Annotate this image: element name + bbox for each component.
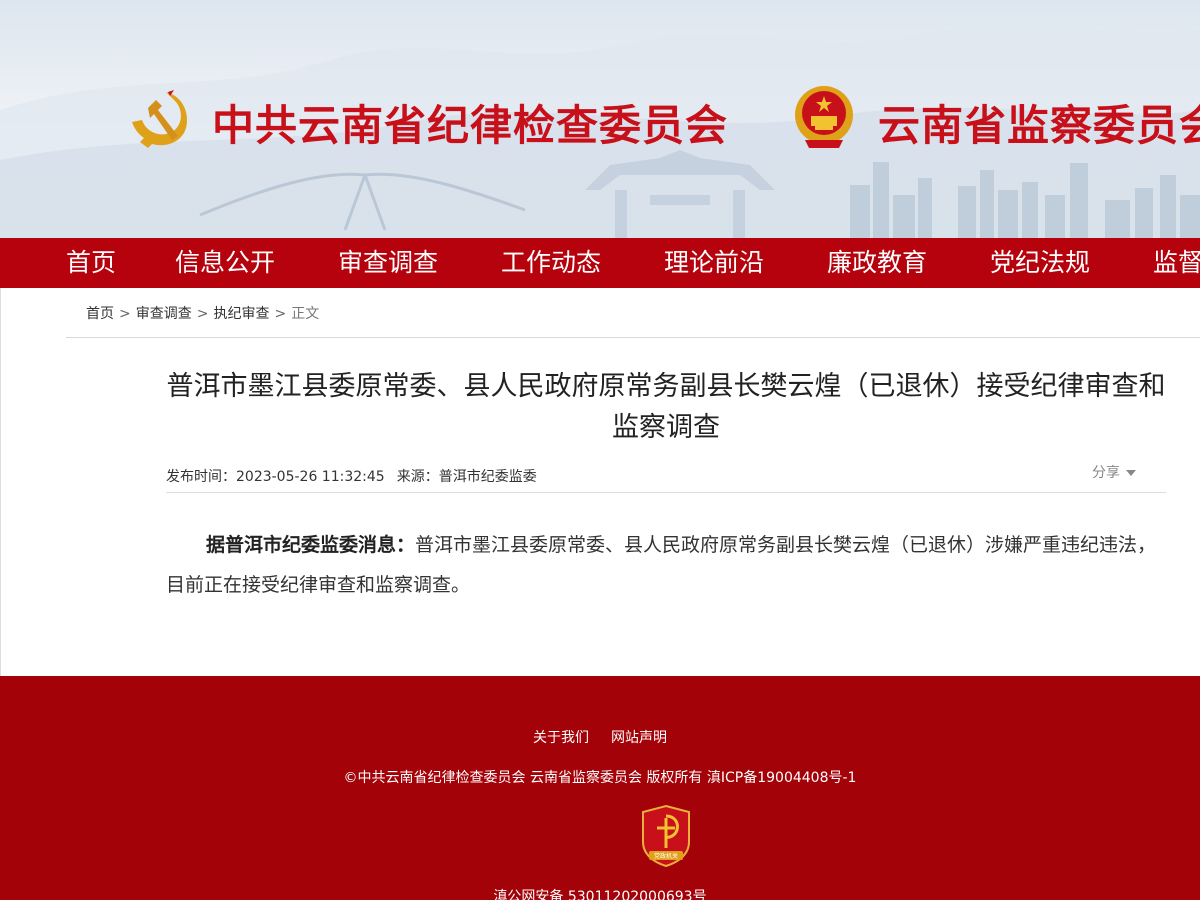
nav-item-theory[interactable]: 理论前沿 (664, 238, 764, 288)
article-body: 据普洱市纪委监委消息：普洱市墨江县委原常委、县人民政府原常务副县长樊云煌（已退休… (166, 525, 1168, 605)
nav-item-supervision[interactable]: 监督 (1153, 238, 1200, 288)
breadcrumb-current: 正文 (291, 306, 320, 322)
breadcrumb-home[interactable]: 首页 (86, 306, 114, 322)
breadcrumb-separator: > (196, 306, 209, 322)
nav-item-home[interactable]: 首页 (66, 238, 116, 288)
publish-time: 发布时间：2023-05-26 11:32:45 (166, 469, 385, 485)
meta-divider (166, 492, 1166, 493)
footer-link-statement[interactable]: 网站声明 (611, 730, 667, 746)
police-record: 滇公网安备 53011202000693号 (493, 889, 707, 905)
article-title: 普洱市墨江县委原常委、县人民政府原常务副县长樊云煌（已退休）接受纪律审查和监察调… (166, 371, 1166, 443)
nav-item-review-investigation[interactable]: 审查调查 (338, 238, 438, 288)
party-emblem-icon (132, 90, 188, 148)
breadcrumb: 首页 > 审查调查 > 执纪审查 > 正文 (86, 303, 319, 323)
article-meta: 发布时间：2023-05-26 11:32:45 来源：普洱市纪委监委 (166, 466, 549, 486)
article-source: 来源：普洱市纪委监委 (396, 469, 537, 485)
nav-item-work-news[interactable]: 工作动态 (501, 238, 601, 288)
footer-links: 关于我们 网站声明 (0, 727, 1200, 747)
party-government-badge-icon[interactable]: 党政机关 (639, 804, 693, 868)
national-emblem-icon (795, 86, 853, 148)
footer-copyright: ©中共云南省纪律检查委员会 云南省监察委员会 版权所有 滇ICP备1900440… (343, 770, 857, 786)
header-title-party: 中共云南省纪律检查委员会 (212, 101, 729, 150)
site-footer (0, 676, 1200, 900)
badge-text: 党政机关 (654, 852, 678, 860)
breadcrumb-discipline-review[interactable]: 执纪审查 (213, 306, 269, 322)
header-title-state: 云南省监察委员会 (878, 101, 1200, 150)
breadcrumb-separator: > (274, 306, 287, 322)
share-label: 分享 (1092, 465, 1120, 481)
share-button[interactable]: 分享 (1092, 462, 1136, 482)
nav-item-integrity-education[interactable]: 廉政教育 (827, 238, 927, 288)
breadcrumb-divider (66, 337, 1200, 338)
article-lead: 据普洱市纪委监委消息： (206, 534, 416, 556)
breadcrumb-separator: > (119, 306, 131, 322)
breadcrumb-review-investigation[interactable]: 审查调查 (136, 306, 192, 322)
site-header: 中共云南省纪律检查委员会 云南省监察委员会 (0, 0, 1200, 238)
main-nav: 首页 信息公开 审查调查 工作动态 理论前沿 廉政教育 党纪法规 监督 (0, 238, 1200, 288)
nav-item-info-disclosure[interactable]: 信息公开 (175, 238, 275, 288)
nav-item-party-regulations[interactable]: 党纪法规 (990, 238, 1090, 288)
footer-link-about[interactable]: 关于我们 (533, 730, 589, 746)
content-left-border (0, 288, 1, 676)
caret-down-icon (1126, 470, 1136, 476)
